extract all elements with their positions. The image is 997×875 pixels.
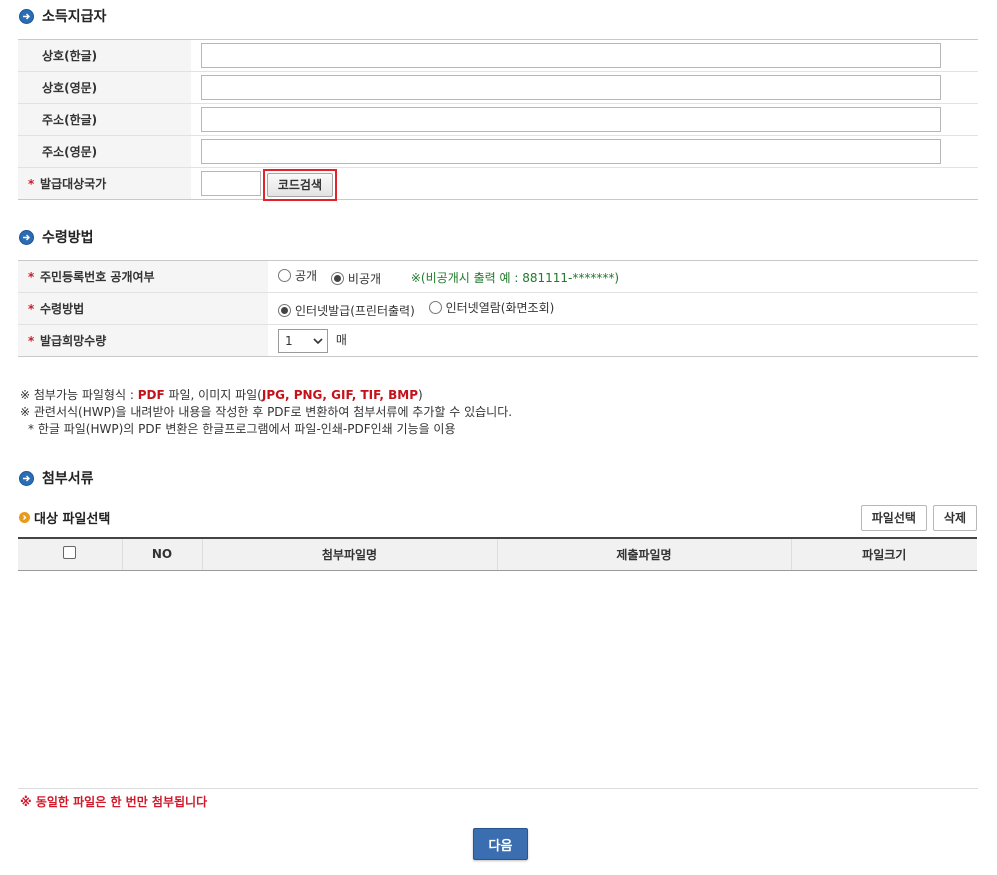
form-row: 상호(영문) [18,71,978,104]
column-header: 제출파일명 [496,538,791,571]
field-label: 상호(한글) [18,39,191,72]
form-row: * 수령방법 인터넷발급(프린터출력) 인터넷열람(화면조회) [18,292,978,325]
internet-issue-radio[interactable]: 인터넷발급(프린터출력) [278,302,415,319]
required-mark: * [28,270,35,284]
arrow-right-circle-icon [19,8,34,24]
payer-form: 상호(한글) 상호(영문) 주소(한글) 주소(영문) * 발급대상국가 코드검색 [18,39,978,201]
receipt-form: * 주민등록번호 공개여부 공개 비공개 ※(비공개시 출력 예 : 881111… [18,260,978,357]
code-search-highlight: 코드검색 [262,168,337,201]
form-row: * 발급희망수량 1 매 [18,324,978,357]
form-row: 상호(한글) [18,39,978,72]
section-title-attach: 첨부서류 [19,468,94,488]
form-row: 주소(한글) [18,103,978,136]
select-all-checkbox[interactable] [63,546,77,560]
company-name-english-input[interactable] [201,75,941,100]
form-row: * 발급대상국가 코드검색 [18,167,978,201]
select-all-header [18,538,122,571]
field-label: 주소(한글) [18,103,191,136]
field-label: 주소(영문) [18,135,191,168]
field-label: 발급대상국가 [40,177,107,191]
file-select-button[interactable]: 파일선택 [860,505,927,531]
column-header: NO [121,538,202,571]
radio-checked-icon [278,303,291,317]
address-english-input[interactable] [201,139,941,164]
field-label: 상호(영문) [18,71,191,104]
radio-icon [278,268,291,282]
note-line: * 한글 파일(HWP)의 PDF 변환은 한글프로그램에서 파일-인쇄-PDF… [28,422,456,436]
arrow-right-circle-icon [19,512,30,523]
attachment-notes: ※ 첨부가능 파일형식 : PDF 파일, 이미지 파일(JPG, PNG, G… [20,387,512,438]
column-header: 첨부파일명 [201,538,497,571]
code-search-button[interactable]: 코드검색 [266,172,333,197]
table-header-row: NO 첨부파일명 제출파일명 파일크기 [18,538,977,571]
required-mark: * [28,177,35,191]
form-row: 주소(영문) [18,135,978,168]
divider [18,788,978,789]
quantity-unit: 매 [335,333,347,347]
column-header: 파일크기 [790,538,977,571]
duplicate-file-warning: ※ 동일한 파일은 한 번만 첨부됩니다 [20,795,208,809]
field-label: 수령방법 [40,302,85,316]
required-mark: * [28,302,35,316]
required-mark: * [28,334,35,348]
rrn-public-radio[interactable]: 공개 [278,267,317,284]
note-line: ※ 관련서식(HWP)을 내려받아 내용을 작성한 후 PDF로 변환하여 첨부… [20,405,513,419]
section-title-receipt: 수령방법 [19,227,94,247]
internet-view-radio[interactable]: 인터넷열람(화면조회) [428,299,554,316]
quantity-select[interactable]: 1 [278,328,328,353]
delete-button[interactable]: 삭제 [932,505,977,531]
section-title-payer: 소득지급자 [19,6,106,26]
field-label: 발급희망수량 [40,334,107,348]
next-button[interactable]: 다음 [473,828,528,860]
file-table: NO 첨부파일명 제출파일명 파일크기 [18,537,977,571]
note-line: ※ 첨부가능 파일형식 : PDF 파일, 이미지 파일(JPG, PNG, G… [20,388,423,402]
form-row: * 주민등록번호 공개여부 공개 비공개 ※(비공개시 출력 예 : 881111… [18,260,978,293]
company-name-korean-input[interactable] [201,43,941,68]
arrow-right-circle-icon [19,229,34,245]
rrn-private-radio[interactable]: 비공개 [330,270,381,287]
arrow-right-circle-icon [19,470,34,486]
file-actions: 파일선택 삭제 [860,505,977,531]
radio-icon [428,300,442,314]
radio-checked-icon [330,271,344,285]
field-label: 주민등록번호 공개여부 [40,270,155,284]
rrn-note: ※(비공개시 출력 예 : 881111-*******) [410,270,620,285]
chevron-down-icon [313,337,323,344]
file-select-subtitle: 대상 파일선택 [19,508,110,527]
country-code-input[interactable] [201,171,261,196]
address-korean-input[interactable] [201,107,941,132]
